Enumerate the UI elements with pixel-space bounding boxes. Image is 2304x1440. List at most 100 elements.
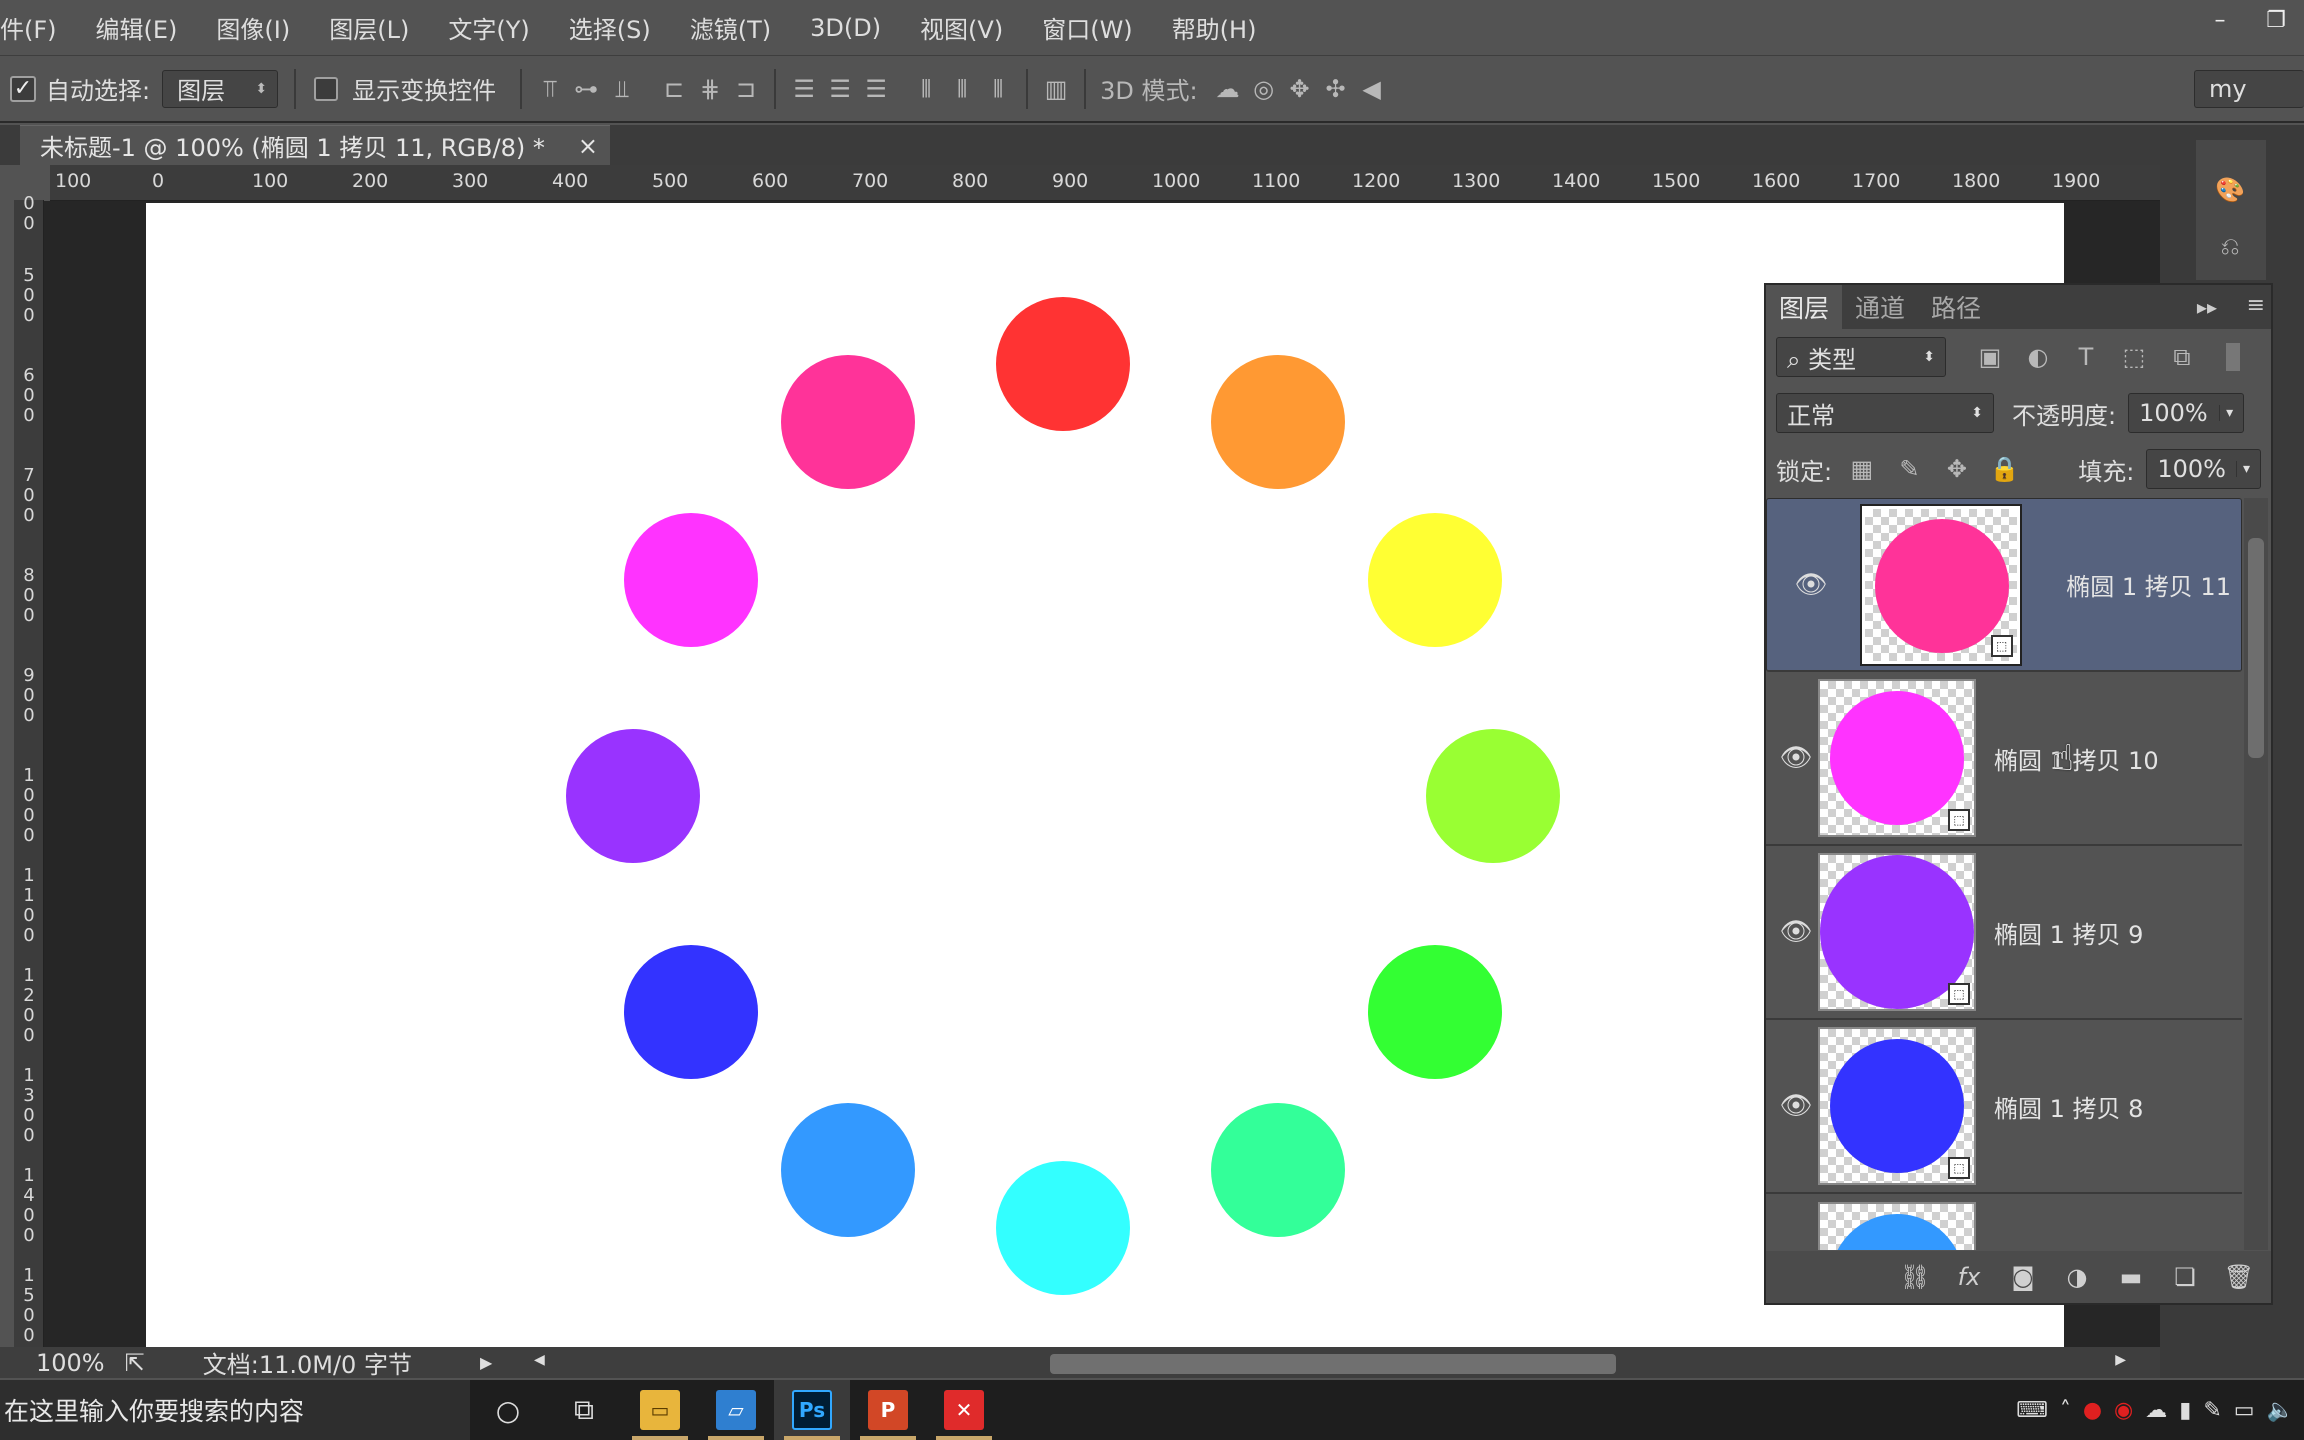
tab-layers[interactable]: 图层 [1766,285,1843,329]
status-menu-arrow-icon[interactable]: ▶ [480,1353,492,1372]
color-circle[interactable] [1211,1103,1345,1238]
photoshop-taskbar-icon[interactable]: Ps [774,1380,850,1440]
visibility-eye-icon[interactable]: 👁 [1781,570,1841,600]
show-hidden-icons[interactable]: ˄ [2060,1398,2071,1423]
filter-shape-icon[interactable]: ⬚ [2116,339,2152,375]
distribute-left-icon[interactable]: ⦀ [908,71,944,107]
auto-align-icon[interactable]: ▥ [1038,71,1074,107]
zoom-level[interactable]: 100% [36,1349,105,1377]
app-tray-icon[interactable]: ◉ [2114,1398,2133,1423]
volume-icon[interactable]: 🔈 [2267,1398,2294,1423]
layer-row[interactable]: 👁 ⬚ 椭圆 1 拷贝 8 [1766,1020,2242,1194]
align-bottom-icon[interactable]: ⫫ [604,71,640,107]
history-icon[interactable]: ⎌ [2212,228,2248,264]
visibility-eye-icon[interactable]: 👁 [1766,1091,1826,1121]
share-icon[interactable]: ⇱ [125,1349,145,1377]
color-circle[interactable] [996,1161,1130,1295]
close-tab-icon[interactable]: × [578,132,598,160]
restore-button[interactable]: ❐ [2248,0,2304,40]
lock-transparent-icon[interactable]: ▦ [1844,451,1880,487]
layer-row[interactable]: 👁 ⬚ 椭圆 1 拷贝 10 [1766,672,2242,846]
auto-select-dropdown[interactable]: 图层 ⬍ [162,69,279,108]
add-mask-icon[interactable]: ◙ [2007,1261,2039,1293]
3d-rotate-icon[interactable]: ☁ [1210,71,1246,107]
distribute-bottom-icon[interactable]: ☰ [858,71,894,107]
dropdown-arrow-icon[interactable]: ▾ [2219,405,2239,421]
filter-smart-object-icon[interactable]: ⧉ [2164,339,2200,375]
color-circle[interactable] [1368,945,1503,1079]
document-tab[interactable]: 未标题-1 @ 100% (椭圆 1 拷贝 11, RGB/8) * × [20,125,610,165]
scroll-right-arrow-icon[interactable]: ▶ [2115,1352,2126,1368]
filter-pixel-icon[interactable]: ▣ [1972,339,2008,375]
cortana-icon[interactable]: ○ [470,1380,546,1440]
network-icon[interactable]: ▭ [2234,1398,2255,1423]
layer-name[interactable]: 椭圆 1 拷贝 9 [1994,915,2143,950]
layer-name[interactable]: 椭圆 1 拷贝 8 [1994,1089,2143,1124]
workspace-dropdown[interactable]: my [2194,70,2304,108]
menu-image[interactable]: 图像(I) [196,10,309,45]
menu-view[interactable]: 视图(V) [900,10,1022,45]
new-group-icon[interactable]: ▬ [2115,1261,2147,1293]
distribute-vcenter-icon[interactable]: ☰ [822,71,858,107]
menu-type[interactable]: 文字(Y) [428,10,548,45]
opacity-field[interactable]: 100% ▾ [2128,393,2245,433]
fx-icon[interactable]: fx [1953,1261,1985,1293]
xmind-taskbar-icon[interactable]: ✕ [926,1380,1002,1440]
lock-all-icon[interactable]: 🔒 [1987,451,2023,487]
horizontal-scrollbar[interactable]: ◀ ▶ [530,1352,2130,1374]
3d-roll-icon[interactable]: ◎ [1246,71,1282,107]
dropdown-arrow-icon[interactable]: ▾ [2235,461,2256,477]
record-icon[interactable]: ● [2083,1398,2102,1423]
cloud-icon[interactable]: ☁ [2145,1398,2167,1423]
new-layer-icon[interactable]: ❏ [2169,1261,2201,1293]
panel-menu-icon[interactable]: ≡ [2247,293,2265,318]
usb-icon[interactable]: ▮ [2179,1398,2191,1423]
filter-adjustment-icon[interactable]: ◐ [2020,339,2056,375]
minimize-button[interactable]: – [2192,0,2248,40]
color-circle[interactable] [996,297,1130,431]
delete-layer-icon[interactable]: 🗑 [2223,1261,2255,1293]
layer-row[interactable]: 👁 ⬚ 椭圆 1 拷贝 11 [1766,498,2242,672]
auto-select-checkbox[interactable]: ✓ [10,75,36,102]
layer-name[interactable]: 椭圆 1 拷贝 10 [1994,741,2159,776]
menu-help[interactable]: 帮助(H) [1152,10,1276,45]
lock-position-icon[interactable]: ✥ [1939,451,1975,487]
menu-layer[interactable]: 图层(L) [309,10,428,45]
palette-icon[interactable]: 🎨 [2212,172,2248,208]
powerpoint-taskbar-icon[interactable]: P [850,1380,926,1440]
scrollbar-thumb[interactable] [1050,1354,1616,1374]
input-method-icon[interactable]: ⌨ [2016,1398,2048,1423]
color-circle[interactable] [1211,354,1345,489]
scrollbar-thumb[interactable] [2248,538,2264,758]
color-circle[interactable] [781,1103,915,1238]
scroll-left-arrow-icon[interactable]: ◀ [534,1352,545,1368]
menu-edit[interactable]: 编辑(E) [76,10,197,45]
distribute-top-icon[interactable]: ☰ [786,71,822,107]
filter-toggle[interactable] [2226,343,2240,371]
fill-field[interactable]: 100% ▾ [2146,449,2261,489]
align-hcenter-icon[interactable]: ⋕ [692,71,728,107]
distribute-hcenter-icon[interactable]: ⦀ [944,71,980,107]
tab-paths[interactable]: 路径 [1918,285,1994,329]
menu-window[interactable]: 窗口(W) [1022,10,1151,45]
layer-row[interactable] [1766,1194,2242,1250]
color-circle[interactable] [623,513,758,647]
3d-scale-icon[interactable]: ◀ [1354,71,1390,107]
tab-channels[interactable]: 通道 [1842,285,1918,329]
3d-slide-icon[interactable]: ✣ [1318,71,1354,107]
menu-file[interactable]: 件(F) [0,10,76,45]
layer-row[interactable]: 👁 ⬚ 椭圆 1 拷贝 9 [1766,846,2242,1020]
color-circle[interactable] [623,945,758,1079]
blend-mode-dropdown[interactable]: 正常 ⬍ [1776,393,1994,433]
link-layers-icon[interactable]: ⛓ [1899,1261,1931,1293]
align-top-icon[interactable]: ⫪ [532,71,568,107]
taskbar-search-box[interactable]: 在这里输入你要搜索的内容 [0,1380,470,1440]
visibility-eye-icon[interactable]: 👁 [1766,743,1826,773]
filter-kind-dropdown[interactable]: ⌕ 类型 ⬍ [1776,337,1946,377]
network-app-icon[interactable]: ▱ [698,1380,774,1440]
align-left-icon[interactable]: ⊏ [656,71,692,107]
pen-icon[interactable]: ✎ [2203,1398,2221,1423]
adjustment-layer-icon[interactable]: ◑ [2061,1261,2093,1293]
color-circle[interactable] [566,729,700,863]
layer-list-scrollbar[interactable] [2244,498,2268,1250]
